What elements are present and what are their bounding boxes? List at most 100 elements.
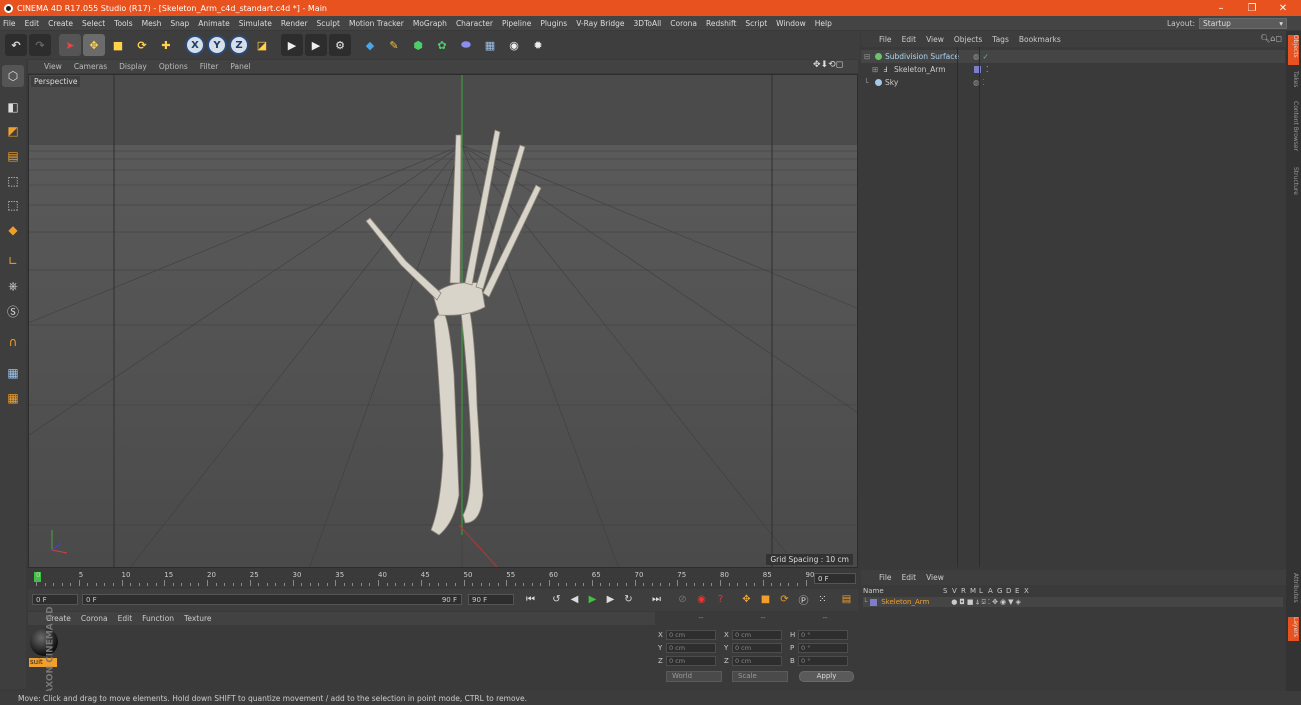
menu-animate[interactable]: Animate [198, 19, 229, 28]
menu-3dtoall[interactable]: 3DToAll [634, 19, 662, 28]
cube-primitive-button[interactable]: ◆ [359, 34, 381, 56]
deformer-button[interactable]: ⬬ [455, 34, 477, 56]
frame-range-slider[interactable]: 0 F 90 F [82, 594, 462, 605]
edges-mode-button[interactable]: ⬚ [2, 194, 24, 216]
current-frame-field[interactable]: 0 F [814, 573, 856, 584]
material-menu-corona[interactable]: Corona [81, 614, 108, 623]
redo-button[interactable]: ↷ [29, 34, 51, 56]
snap-button[interactable]: Ⓢ [2, 300, 24, 322]
subdivision-generator-button[interactable]: ⬢ [407, 34, 429, 56]
floor-scene-button[interactable]: ▦ [479, 34, 501, 56]
lock-workplane-button[interactable]: ▦ [2, 387, 24, 409]
tweak-mode-button[interactable]: ⎈ [2, 275, 24, 297]
camera-button[interactable]: ◉ [503, 34, 525, 56]
pen-spline-button[interactable]: ✎ [383, 34, 405, 56]
key-position-icon[interactable]: ✥ [738, 591, 755, 608]
render-view-button[interactable]: ▶ [281, 34, 303, 56]
points-mode-button[interactable]: ⬚ [2, 170, 24, 192]
model-mode-button[interactable]: ◧ [2, 96, 24, 118]
timeline-window-icon[interactable]: ▤ [838, 591, 855, 608]
live-selection-tool-button[interactable]: ➤ [59, 34, 81, 56]
layer-menu-view[interactable]: View [926, 573, 944, 582]
previous-frame-icon[interactable]: ◀ [566, 591, 583, 608]
viewport-menu-options[interactable]: Options [159, 62, 188, 71]
layer-row[interactable]: └ Skeleton_Arm ●◘■⍋⍌⁚✥◉▼◈ [863, 597, 1283, 607]
key-pla-icon[interactable]: ⁙ [814, 591, 831, 608]
menu-mesh[interactable]: Mesh [142, 19, 162, 28]
coord-mode-dropdown[interactable]: Scale [732, 671, 788, 682]
viewport-menu-panel[interactable]: Panel [230, 62, 250, 71]
rot-p-field[interactable]: 0 ° [797, 643, 848, 653]
polygons-mode-button[interactable]: ◆ [2, 219, 24, 241]
tab-objects[interactable]: Objects [1288, 35, 1299, 65]
tab-content-browser[interactable]: Content Browser [1288, 101, 1299, 151]
viewport-menu-filter[interactable]: Filter [200, 62, 219, 71]
tab-layers[interactable]: Layers [1288, 617, 1299, 641]
go-to-start-icon[interactable]: ⏮ [522, 591, 539, 608]
menu-corona[interactable]: Corona [670, 19, 697, 28]
tab-takes[interactable]: Takes [1288, 71, 1299, 87]
size-z-field[interactable]: 0 cm [731, 656, 782, 666]
menu-v-ray-bridge[interactable]: V-Ray Bridge [576, 19, 624, 28]
menu-sculpt[interactable]: Sculpt [317, 19, 340, 28]
key-parameter-icon[interactable]: Ⓟ [795, 591, 812, 608]
scale-tool-button[interactable]: ■ [107, 34, 129, 56]
material-menu-function[interactable]: Function [142, 614, 174, 623]
menu-simulate[interactable]: Simulate [239, 19, 272, 28]
viewport-menu-view[interactable]: View [44, 62, 62, 71]
object-search-icons[interactable]: 🔍︎⌂◻ [1260, 34, 1282, 43]
tag-dots-icon[interactable]: ⁚ [983, 78, 985, 87]
menu-character[interactable]: Character [456, 19, 493, 28]
menu-mograph[interactable]: MoGraph [413, 19, 447, 28]
next-key-icon[interactable]: ↻ [620, 591, 637, 608]
end-frame-field[interactable]: 90 F [468, 594, 514, 605]
layer-toggle-icons[interactable]: ●◘■⍋⍌⁚✥◉▼◈ [951, 598, 1023, 607]
move-tool-button[interactable]: ✥ [83, 34, 105, 56]
pos-y-field[interactable]: 0 cm [665, 643, 716, 653]
object-menu-bookmarks[interactable]: Bookmarks [1019, 35, 1061, 44]
previous-key-icon[interactable]: ↺ [548, 591, 565, 608]
viewport-menu-cameras[interactable]: Cameras [74, 62, 107, 71]
menu-motion-tracker[interactable]: Motion Tracker [349, 19, 404, 28]
collapse-icon[interactable]: ⊟ [861, 52, 875, 61]
coord-system-dropdown[interactable]: World [666, 671, 722, 682]
undo-button[interactable]: ↶ [5, 34, 27, 56]
menu-file[interactable]: File [3, 19, 16, 28]
minimize-button[interactable]: – [1206, 0, 1236, 16]
key-scale-icon[interactable]: ■ [757, 591, 774, 608]
layer-menu-file[interactable]: File [879, 573, 892, 582]
render-picture-viewer-button[interactable]: ▶ [305, 34, 327, 56]
object-menu-tags[interactable]: Tags [992, 35, 1009, 44]
workplane-mode-button[interactable]: ▤ [2, 145, 24, 167]
key-rotation-icon[interactable]: ⟳ [776, 591, 793, 608]
start-frame-field[interactable]: 0 F [32, 594, 78, 605]
record-keys-off-icon[interactable]: ⊘ [674, 591, 691, 608]
tab-structure[interactable]: Structure [1288, 167, 1299, 195]
maximize-button[interactable]: ❐ [1237, 0, 1267, 16]
rotate-tool-button[interactable]: ⟳ [131, 34, 153, 56]
next-frame-icon[interactable]: ▶ [602, 591, 619, 608]
add-tool-button[interactable]: ✚ [155, 34, 177, 56]
menu-window[interactable]: Window [776, 19, 806, 28]
menu-pipeline[interactable]: Pipeline [502, 19, 531, 28]
visibility-dots-icon[interactable]: ⁚ [986, 65, 988, 74]
layout-dropdown[interactable]: Startup ▾ [1199, 17, 1287, 29]
object-row-skeleton-arm[interactable]: ⊞ Ⅎ Skeleton_Arm ⁚ [861, 63, 1285, 76]
object-menu-view[interactable]: View [926, 35, 944, 44]
menu-plugins[interactable]: Plugins [540, 19, 567, 28]
rot-h-field[interactable]: 0 ° [797, 630, 848, 640]
workplane-button[interactable]: ▦ [2, 362, 24, 384]
viewport-perspective[interactable]: Perspective Grid Spacing : 10 cm [28, 74, 858, 568]
material-menu-edit[interactable]: Edit [118, 614, 133, 623]
coordinate-system-button[interactable]: ◪ [251, 34, 273, 56]
texture-mode-button[interactable]: ◩ [2, 120, 24, 142]
expand-icon[interactable]: ⊞ [861, 65, 883, 74]
go-to-end-icon[interactable]: ⏭ [648, 591, 665, 608]
viewport-menu-display[interactable]: Display [119, 62, 147, 71]
axis-mode-button[interactable]: ∟ [2, 250, 24, 272]
apply-button[interactable]: Apply [799, 671, 854, 682]
record-active-icon[interactable]: ◉ [693, 591, 710, 608]
menu-script[interactable]: Script [745, 19, 767, 28]
object-row-sky[interactable]: └ Sky ◍ ⁚ [861, 76, 1285, 89]
size-x-field[interactable]: 0 cm [731, 630, 782, 640]
